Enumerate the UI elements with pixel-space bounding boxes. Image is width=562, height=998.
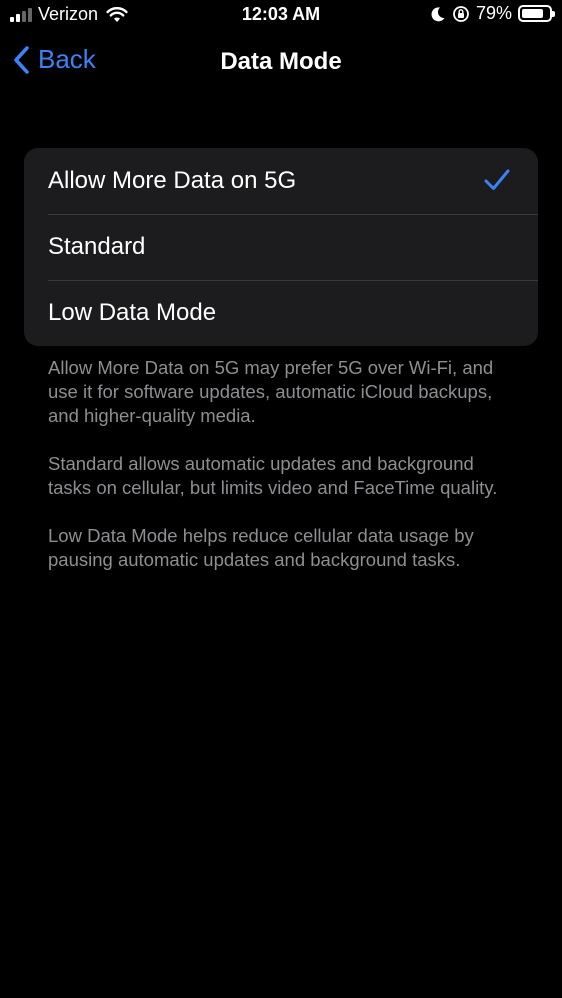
option-label: Low Data Mode	[48, 299, 217, 326]
battery-icon	[518, 5, 555, 22]
orientation-lock-icon	[453, 5, 469, 22]
checkmark-icon	[484, 169, 510, 190]
option-label: Allow More Data on 5G	[48, 167, 297, 194]
navigation-bar: Back Data Mode	[0, 36, 562, 90]
option-label: Standard	[48, 233, 146, 260]
page-title: Data Mode	[220, 48, 342, 75]
status-bar: Verizon 12:03 AM 79%	[0, 0, 562, 30]
option-allow-more-data[interactable]: Allow More Data on 5G	[24, 148, 538, 214]
battery-fill	[522, 9, 543, 18]
option-low-data-mode[interactable]: Low Data Mode	[24, 280, 538, 346]
description-allow-more-data: Allow More Data on 5G may prefer 5G over…	[48, 357, 494, 426]
option-standard[interactable]: Standard	[24, 214, 538, 280]
battery-percent: 79%	[475, 3, 512, 23]
status-right: 79%	[430, 3, 555, 24]
data-mode-options: Allow More Data on 5G Standard Low Data …	[24, 148, 538, 346]
description-standard: Standard allows automatic updates and ba…	[48, 453, 498, 498]
moon-icon	[431, 6, 445, 21]
screen: Verizon 12:03 AM 79% Back Data Mode Allo…	[0, 0, 562, 998]
description-low-data-mode: Low Data Mode helps reduce cellular data…	[48, 525, 474, 570]
footer-descriptions: Allow More Data on 5G may prefer 5G over…	[48, 356, 518, 596]
